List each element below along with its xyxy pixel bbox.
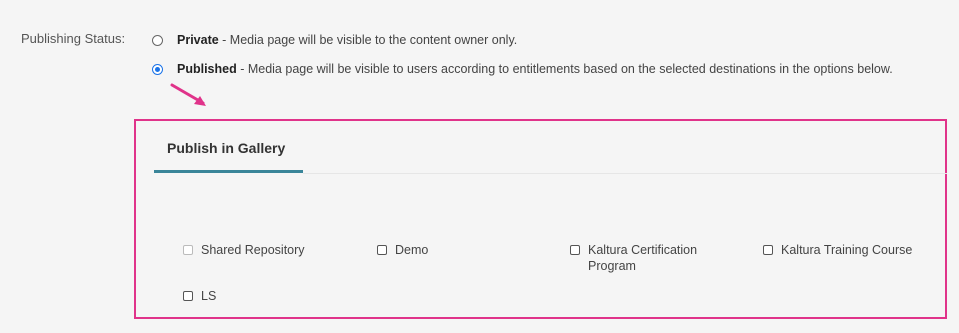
publish-in-gallery-panel: Publish in Gallery Shared Repository Dem… [134,119,947,319]
published-option[interactable]: Published - Media page will be visible t… [152,62,893,76]
checkbox[interactable] [183,291,193,301]
active-tab-indicator [154,170,303,173]
private-option-description: - Media page will be visible to the cont… [218,33,518,47]
checkbox [183,245,193,255]
gallery-item-label: Shared Repository [201,243,305,257]
gallery-item-ls[interactable]: LS [183,288,216,304]
checkbox[interactable] [570,245,580,255]
gallery-item-label: Kaltura Training Course [781,243,913,257]
tab-divider [303,173,947,174]
private-option-name: Private [177,33,219,47]
gallery-item-demo[interactable]: Demo [377,242,428,258]
checkbox[interactable] [763,245,773,255]
gallery-item-label: Kaltura Certification Program [588,243,698,273]
published-radio[interactable] [152,64,163,75]
gallery-item-kaltura-certification-program[interactable]: Kaltura Certification Program [570,242,718,274]
private-option[interactable]: Private - Media page will be visible to … [152,33,517,47]
gallery-item-shared-repository: Shared Repository [183,242,305,258]
private-radio[interactable] [152,35,163,46]
gallery-item-label: Demo [395,243,429,257]
gallery-item-kaltura-training-course[interactable]: Kaltura Training Course [763,242,912,258]
publishing-status-label: Publishing Status: [21,31,126,46]
checkbox[interactable] [377,245,387,255]
arrow-icon [170,83,206,106]
published-option-name: Published [177,62,237,76]
gallery-item-label: LS [201,289,217,303]
published-option-description: - Media page will be visible to users ac… [236,62,893,76]
tab-publish-in-gallery[interactable]: Publish in Gallery [167,140,285,156]
